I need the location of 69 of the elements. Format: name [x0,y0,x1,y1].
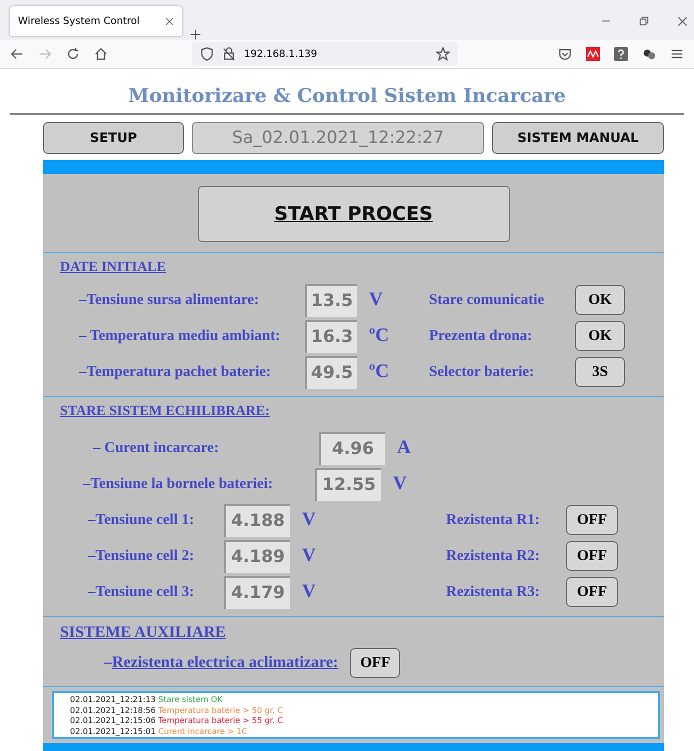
address-bar[interactable]: 192.168.1.139 [192,42,458,66]
value-display: 13.5 [305,284,357,316]
log-entry: 02.01.2021_12:21:13 Stare sistem OK [70,695,224,706]
status-button[interactable]: OK [575,321,625,351]
resistor-toggle-button[interactable]: OFF [566,505,618,535]
heater-toggle-button[interactable]: OFF [350,648,400,678]
star-icon[interactable] [436,47,450,61]
resistor-label: Rezistenta R1: [446,512,541,528]
status-label: Stare comunicatie [429,292,546,308]
close-icon[interactable] [677,16,688,26]
unit-label: V [301,509,317,531]
field-label: – Temperatura mediu ambiant: [79,328,282,344]
status-label: Prezenta drona: [429,328,534,344]
field-label: –Tensiune sursa alimentare: [79,292,260,308]
unit-label: ºC [368,325,390,347]
status-label: Selector baterie: [429,364,536,380]
setup-button[interactable]: SETUP [43,122,184,154]
value-display: 49.5 [305,356,357,388]
value-display: 4.179 [224,576,290,608]
value-display: 4.188 [224,504,290,536]
extension-icon[interactable] [642,47,656,61]
log-entry: 02.01.2021_12:15:06 Temperatura baterie > 55 gr. C [70,716,284,726]
log-entry: 02.01.2021_12:15:01 Curent incarcare > 1C [70,726,248,737]
section-heading: SISTEME AUXILIARE [60,624,227,642]
status-button[interactable]: OK [575,285,625,315]
unit-label: V [301,581,317,603]
unit-label: V [392,473,408,495]
unit-label: V [301,545,317,567]
value-display: 4.96 [319,432,385,464]
resistor-label: Rezistenta R2: [446,548,541,564]
help-icon[interactable] [614,47,628,61]
home-icon[interactable] [94,47,108,61]
section-heading: DATE INITIALE [60,260,167,276]
lock-icon[interactable] [222,47,236,61]
resistor-toggle-button[interactable]: OFF [566,541,618,571]
start-process-button[interactable]: START PROCES [198,186,510,242]
dash-label: – [104,654,112,672]
field-label: – Curent incarcare: [93,440,220,456]
back-arrow-icon[interactable] [10,47,24,61]
manual-mode-button[interactable]: SISTEM MANUAL [492,122,664,154]
value-display: 12.55 [315,468,381,500]
unit-label: ºC [368,361,390,383]
pocket-icon[interactable] [558,47,572,61]
tab-title: Wireless System Control [18,16,140,26]
reload-icon[interactable] [66,47,80,61]
unit-label: A [396,437,412,459]
value-display: 16.3 [305,320,357,352]
heater-link[interactable]: Rezistenta electrica aclimatizare: [112,654,338,672]
browser-tab[interactable]: Wireless System Control [10,6,182,36]
log-entry: 02.01.2021_12:18:56 Temperatura baterie > 50 gr. C [70,706,284,716]
field-label: –Tensiune cell 1: [88,512,196,528]
field-label: –Tensiune cell 2: [88,548,196,564]
field-label: –Tensiune cell 3: [88,584,196,600]
field-label: –Temperatura pachet baterie: [79,364,272,380]
field-label: –Tensiune la bornele bateriei: [83,476,274,492]
menu-icon[interactable] [670,47,684,61]
url-text: 192.168.1.139 [244,48,318,60]
close-icon[interactable] [165,16,174,26]
value-display: 4.189 [224,540,290,572]
page-title: Monitorizare & Control Sistem Incarcare [10,69,684,115]
resistor-toggle-button[interactable]: OFF [566,577,618,607]
date-time-display: Sa_02.01.2021_12:22:27 [192,122,484,154]
section-heading: STARE SISTEM ECHILIBRARE: [60,404,271,420]
plus-icon[interactable] [190,29,201,40]
shield-icon[interactable] [200,47,214,61]
resistor-label: Rezistenta R3: [446,584,541,600]
unit-label: V [368,289,384,311]
status-button[interactable]: 3S [575,357,625,387]
restore-icon[interactable] [639,16,649,26]
